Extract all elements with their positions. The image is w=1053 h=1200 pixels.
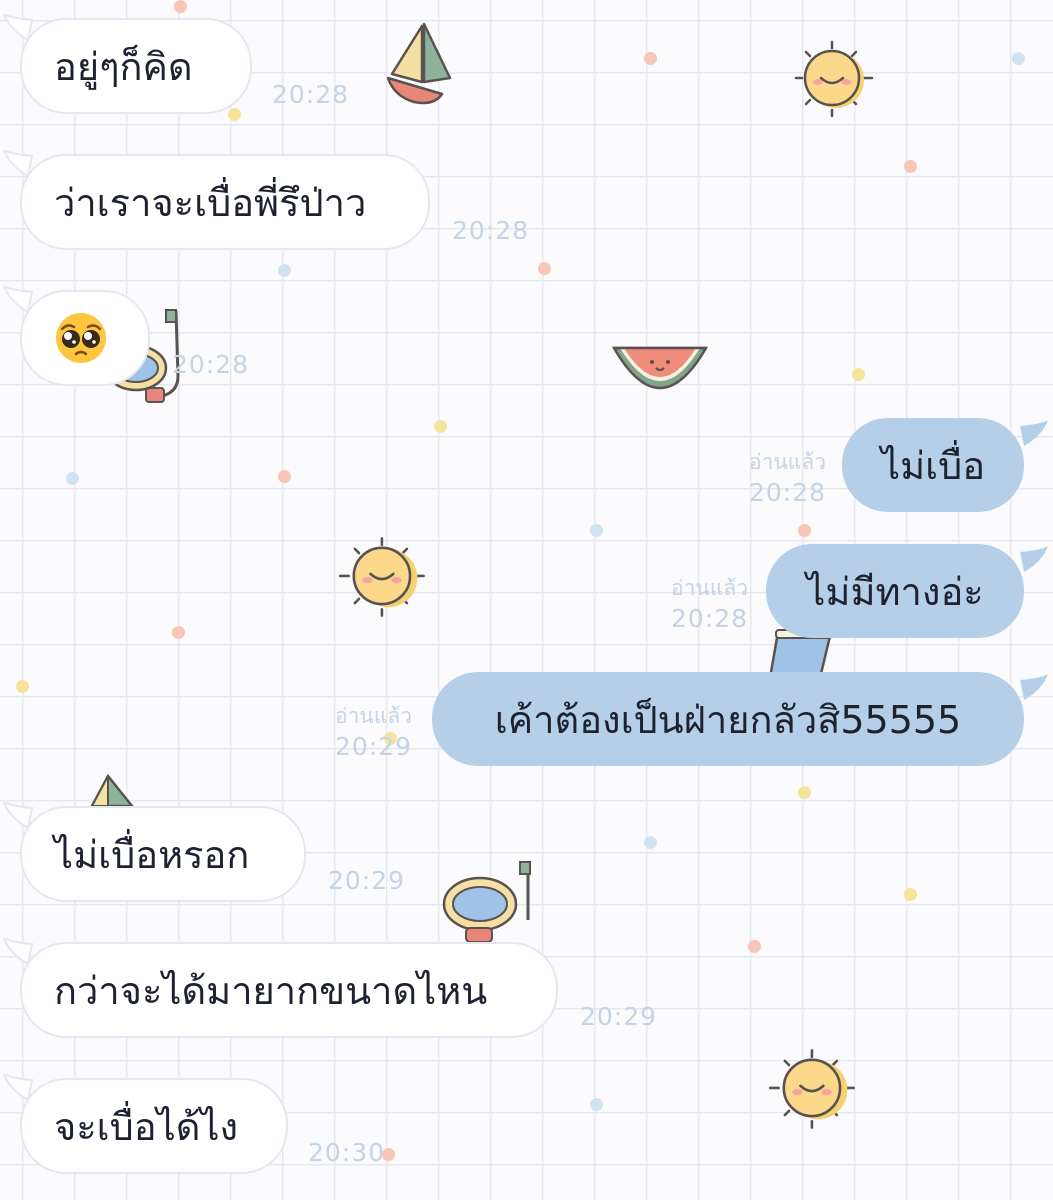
message-bubble[interactable]: ไม่เบื่อหรอก [20, 806, 306, 902]
background-dot [16, 680, 29, 693]
message-timestamp: 20:29 [328, 866, 406, 895]
background-dot [172, 626, 185, 639]
background-dot [1012, 52, 1025, 65]
background-dot [590, 1098, 603, 1111]
message-bubble[interactable]: ไม่เบื่อ [842, 418, 1024, 512]
background-dot [904, 160, 917, 173]
message-bubble[interactable]: เค้าต้องเป็นฝ่ายกลัวสิ55555 [432, 672, 1024, 766]
message-bubble[interactable] [20, 290, 150, 386]
background-dot [748, 940, 761, 953]
message-text: อยู่ๆก็คิด [54, 44, 193, 89]
background-dot [278, 470, 291, 483]
bubble-tail [1020, 546, 1048, 572]
sun-sticker [768, 1049, 855, 1129]
watermelon-sticker [611, 346, 709, 390]
message-timestamp: 20:28 [452, 216, 530, 245]
message-timestamp: 20:28 [670, 604, 748, 633]
read-receipt: อ่านแล้ว [335, 704, 412, 728]
bubble-tail [1020, 420, 1048, 446]
background-dot [904, 888, 917, 901]
message-timestamp: 20:29 [580, 1002, 658, 1031]
background-dot [434, 420, 447, 433]
background-dot [278, 264, 291, 277]
bubble-tail [1020, 674, 1048, 700]
message-bubble[interactable]: ว่าเราจะเบื่อพี่รึป่าว [20, 154, 430, 250]
background-dot [644, 836, 657, 849]
sun-sticker [338, 537, 425, 617]
message-bubble[interactable]: จะเบื่อได้ไง [20, 1078, 288, 1174]
background-dot [174, 0, 187, 13]
sun-sticker [794, 40, 874, 118]
message-text: เค้าต้องเป็นฝ่ายกลัวสิ55555 [494, 697, 962, 742]
background-dot [538, 262, 551, 275]
message-bubble[interactable]: กว่าจะได้มายากขนาดไหน [20, 942, 558, 1038]
message-timestamp: 20:28 [172, 350, 250, 379]
background-dot [590, 524, 603, 537]
pleading-face-icon [56, 313, 106, 363]
message-text: ไม่เบื่อ [880, 443, 986, 488]
message-timestamp: 20:29 [334, 732, 412, 761]
message-timestamp: 20:28 [272, 80, 350, 109]
read-receipt: อ่านแล้ว [671, 576, 748, 600]
message-timestamp: 20:30 [308, 1138, 386, 1167]
snorkel-mask-sticker [442, 861, 531, 943]
message-timestamp: 20:28 [748, 478, 826, 507]
message-text: ไม่เบื่อหรอก [54, 832, 250, 877]
background-dot [798, 786, 811, 799]
sailboat-sticker [90, 773, 134, 806]
sailboat-sticker [386, 22, 452, 105]
background-dot [644, 52, 657, 65]
background-dot [228, 108, 241, 121]
read-receipt: อ่านแล้ว [749, 450, 826, 474]
message-text: กว่าจะได้มายากขนาดไหน [54, 968, 488, 1013]
background-dot [66, 472, 79, 485]
background-dot [852, 368, 865, 381]
message-text: ว่าเราจะเบื่อพี่รึป่าว [54, 180, 367, 225]
message-text: จะเบื่อได้ไง [54, 1104, 239, 1149]
message-bubble[interactable]: ไม่มีทางอ่ะ [766, 544, 1024, 638]
message-bubble[interactable]: อยู่ๆก็คิด [20, 18, 252, 114]
message-text: ไม่มีทางอ่ะ [806, 569, 984, 614]
background-dot [798, 524, 811, 537]
